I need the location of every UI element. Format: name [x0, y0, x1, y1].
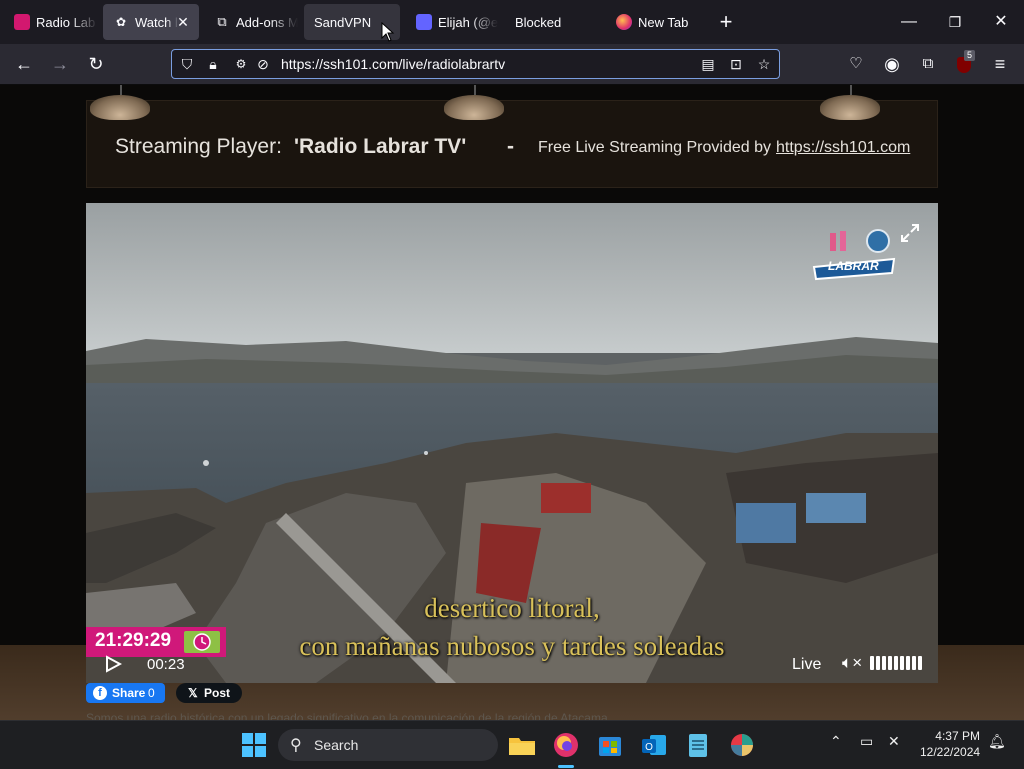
- mute-icon[interactable]: 🔈︎×: [842, 653, 862, 673]
- fullscreen-icon[interactable]: [900, 223, 920, 243]
- clock-time: 21:29:29: [95, 630, 172, 651]
- outlook-icon[interactable]: O: [638, 729, 670, 761]
- elapsed-time: 00:23: [147, 656, 185, 673]
- page-content: Streaming Player: 'Radio Labrar TV' - Fr…: [0, 85, 1024, 720]
- close-tab-icon[interactable]: ✕: [175, 14, 191, 30]
- extension-badge: 5: [964, 50, 976, 61]
- file-explorer-icon[interactable]: [506, 729, 538, 761]
- tab-label: Add-ons M: [236, 14, 298, 30]
- restore-button[interactable]: ❐: [932, 0, 978, 44]
- lamp-stem: [474, 85, 476, 95]
- radio-favicon-icon: [14, 14, 30, 30]
- search-placeholder: Search: [314, 737, 359, 753]
- volume-slider[interactable]: [870, 656, 924, 675]
- account-icon[interactable]: ◉: [878, 50, 906, 78]
- taskbar-time: 4:37 PM: [935, 729, 980, 743]
- ceiling-lamp: [820, 95, 880, 120]
- x-post-button[interactable]: 𝕏 Post: [176, 683, 242, 703]
- tab-add-ons[interactable]: ⧉ Add-ons M: [204, 4, 298, 40]
- clock-overlay: 21:29:29: [86, 627, 226, 657]
- subtitle-line-1: desertico litoral,: [424, 593, 600, 623]
- reload-button[interactable]: ↻: [82, 50, 110, 78]
- ublock-icon[interactable]: 5: [950, 50, 978, 78]
- clock-badge-icon: [184, 631, 220, 653]
- play-icon[interactable]: [104, 655, 122, 673]
- address-bar[interactable]: ⛉ 🔒︎ ⚙ ⊘ https://ssh101.com/live/radiola…: [171, 49, 780, 79]
- windows-taskbar: ⚲ Search O ⌃ ▭ ✕ 4:37 PM 12/22/2024 🔔︎: [0, 720, 1024, 769]
- tab-watch[interactable]: ✿ Watch l ✕: [103, 4, 199, 40]
- shield-icon[interactable]: ⛉: [178, 55, 196, 73]
- back-button[interactable]: ←: [10, 50, 38, 78]
- tab-label: SandVPN: [314, 14, 372, 30]
- tab-strip: Radio Lab ✿ Watch l ✕ ⧉ Add-ons M SandVP…: [0, 0, 1024, 44]
- share-count: 0: [148, 686, 155, 700]
- navigation-toolbar: ← → ↻ ⛉ 🔒︎ ⚙ ⊘ https://ssh101.com/live/r…: [0, 44, 1024, 85]
- color-wheel-app-icon[interactable]: [726, 729, 758, 761]
- logo-text: LABRAR: [828, 259, 879, 273]
- player-header: Streaming Player: 'Radio Labrar TV' - Fr…: [86, 100, 938, 188]
- tab-label: Radio Lab: [36, 14, 96, 30]
- autoplay-blocked-icon[interactable]: ⊘: [254, 55, 272, 73]
- header-dash: -: [507, 135, 514, 158]
- store-icon[interactable]: [594, 729, 626, 761]
- share-label: Share: [112, 686, 146, 700]
- lamp-stem: [120, 85, 122, 95]
- tab-label: Blocked: [515, 14, 562, 30]
- ssh101-link[interactable]: https://ssh101.com: [776, 139, 910, 157]
- provided-by-text: Free Live Streaming Provided by: [538, 139, 771, 156]
- station-name: 'Radio Labrar TV': [294, 135, 467, 158]
- notepad-icon[interactable]: [682, 729, 714, 761]
- tab-elijah[interactable]: Elijah (@el: [406, 4, 498, 40]
- new-tab-button[interactable]: +: [712, 8, 740, 36]
- station-description: Somos una radio histórica con un legado …: [86, 711, 608, 720]
- player-label: Streaming Player:: [115, 135, 282, 158]
- ceiling-lamp: [444, 95, 504, 120]
- taskbar-date: 12/22/2024: [920, 745, 981, 759]
- windows-start-icon[interactable]: [238, 729, 270, 761]
- tab-label: Watch l: [135, 14, 178, 30]
- ceiling-lamp: [90, 95, 150, 120]
- url-text[interactable]: https://ssh101.com/live/radiolabrartv: [281, 56, 505, 72]
- notification-bell-icon[interactable]: 🔔︎: [988, 733, 1006, 750]
- show-hidden-icons-icon[interactable]: ⌃: [830, 733, 842, 750]
- post-label: Post: [204, 686, 231, 700]
- volume-muted-icon[interactable]: ✕: [888, 733, 900, 750]
- svg-text:O: O: [645, 742, 653, 753]
- tab-new-tab[interactable]: New Tab: [606, 4, 706, 40]
- tab-radio-labrar[interactable]: Radio Lab: [4, 4, 98, 40]
- extensions-icon[interactable]: ⧉: [914, 50, 942, 78]
- tab-label: New Tab: [638, 14, 689, 30]
- translate-icon[interactable]: ⊡: [727, 55, 745, 73]
- lock-icon[interactable]: 🔒︎: [204, 55, 222, 73]
- live-label[interactable]: Live: [792, 656, 821, 674]
- firefox-taskbar-icon[interactable]: [550, 729, 582, 761]
- reader-view-icon[interactable]: ▤: [699, 55, 717, 73]
- puzzle-icon: ⧉: [217, 14, 227, 29]
- labrar-logo: [812, 229, 896, 281]
- video-player[interactable]: LABRAR desertico litoral, con mañanas nu…: [86, 203, 938, 683]
- close-window-button[interactable]: ✕: [978, 0, 1024, 44]
- menu-icon[interactable]: ≡: [986, 50, 1014, 78]
- firefox-icon: [616, 14, 632, 30]
- network-icon[interactable]: ▭: [860, 733, 873, 750]
- lamp-stem: [850, 85, 852, 95]
- tab-label: Elijah (@el: [438, 14, 498, 30]
- clock-date[interactable]: 4:37 PM 12/22/2024: [920, 728, 980, 760]
- pocket-icon[interactable]: ♡: [842, 50, 870, 78]
- facebook-share-button[interactable]: f Share 0: [86, 683, 165, 703]
- x-icon: 𝕏: [188, 686, 198, 700]
- video-mountains: [86, 337, 938, 391]
- mouse-cursor-icon: [381, 22, 395, 42]
- permissions-icon[interactable]: ⚙: [232, 55, 250, 73]
- mask-icon: ✿: [115, 15, 127, 29]
- tab-blocked[interactable]: Blocked: [505, 4, 601, 40]
- taskbar-search[interactable]: ⚲ Search: [278, 729, 498, 761]
- mastodon-icon: [416, 14, 432, 30]
- search-icon: ⚲: [290, 737, 302, 754]
- bookmark-star-icon[interactable]: ☆: [755, 55, 773, 73]
- minimize-button[interactable]: —: [886, 0, 932, 44]
- forward-button[interactable]: →: [46, 50, 74, 78]
- facebook-icon: f: [93, 686, 107, 700]
